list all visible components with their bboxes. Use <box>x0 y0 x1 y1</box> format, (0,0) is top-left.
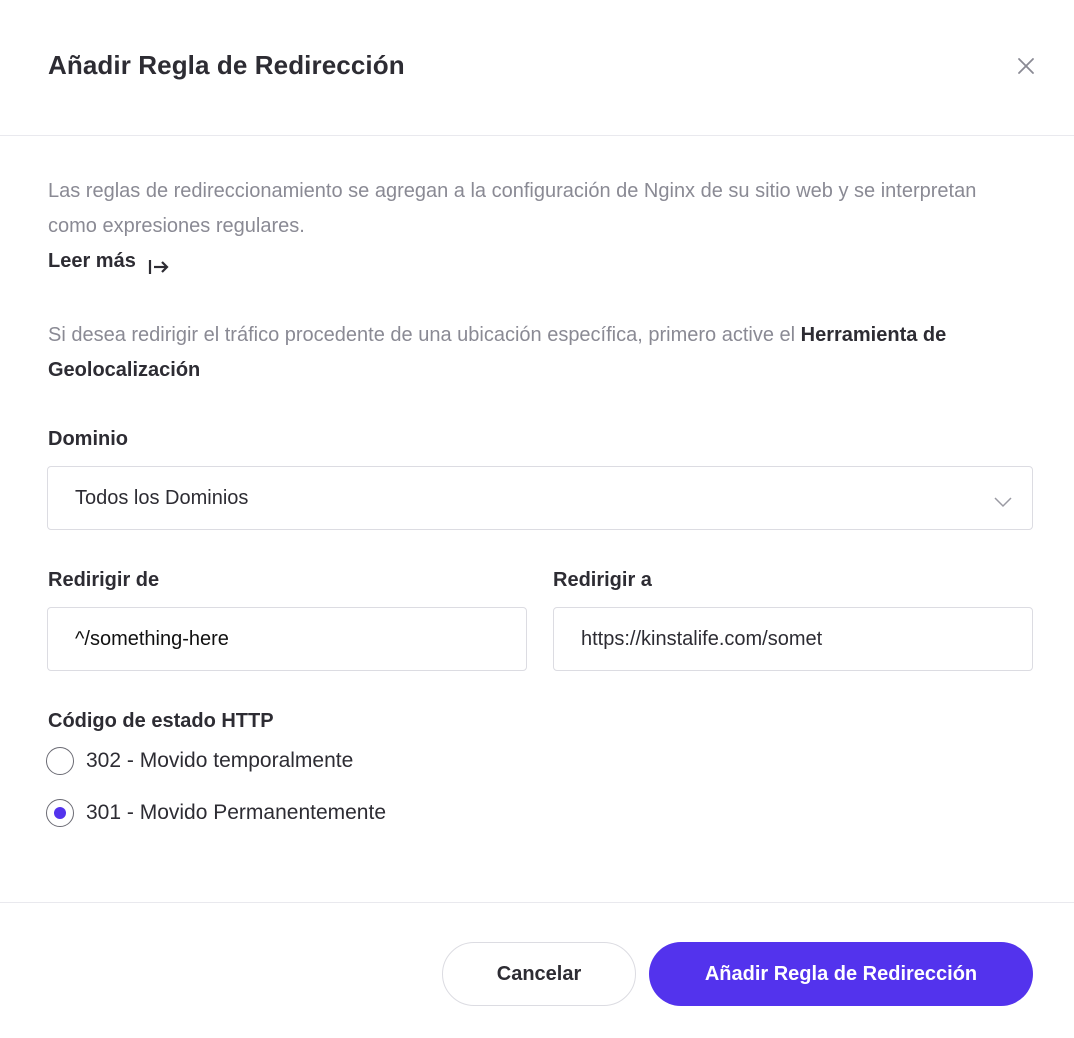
intro-text: Las reglas de redireccionamiento se agre… <box>48 180 977 237</box>
domain-selected-value: Todos los Dominios <box>75 486 249 509</box>
redirect-to-field[interactable] <box>553 607 1033 671</box>
arrow-right-bar-icon <box>148 253 170 274</box>
radio-button-302[interactable] <box>46 747 74 775</box>
http-status-label: Código de estado HTTP <box>48 710 274 732</box>
close-icon[interactable] <box>1010 50 1042 82</box>
chevron-down-icon <box>994 491 1012 508</box>
cancel-button[interactable]: Cancelar <box>442 942 636 1006</box>
redirect-from-input[interactable] <box>75 627 526 651</box>
radio-option-302[interactable]: 302 - Movido temporalmente <box>46 747 353 775</box>
domain-label: Dominio <box>48 428 128 450</box>
redirect-to-input[interactable] <box>581 627 1032 651</box>
geolocation-notice: Si desea redirigir el tráfico procedente… <box>48 318 1038 388</box>
footer-divider <box>0 902 1074 903</box>
radio-label-301: 301 - Movido Permanentemente <box>86 801 386 824</box>
add-redirect-rule-button[interactable]: Añadir Regla de Redirección <box>649 942 1033 1006</box>
radio-button-301[interactable] <box>46 799 74 827</box>
redirect-from-field[interactable] <box>47 607 527 671</box>
read-more-label: Leer más <box>48 250 136 272</box>
modal-header: Añadir Regla de Redirección <box>0 0 1074 136</box>
radio-label-302: 302 - Movido temporalmente <box>86 749 354 772</box>
redirect-from-label: Redirigir de <box>48 569 160 591</box>
geolocation-notice-text: Si desea redirigir el tráfico procedente… <box>48 324 801 346</box>
radio-option-301[interactable]: 301 - Movido Permanentemente <box>46 799 386 827</box>
redirect-to-label: Redirigir a <box>553 569 652 591</box>
domain-select[interactable]: Todos los Dominios <box>47 466 1033 530</box>
modal-title: Añadir Regla de Redirección <box>48 50 405 80</box>
read-more-link[interactable]: Leer más <box>48 244 170 279</box>
